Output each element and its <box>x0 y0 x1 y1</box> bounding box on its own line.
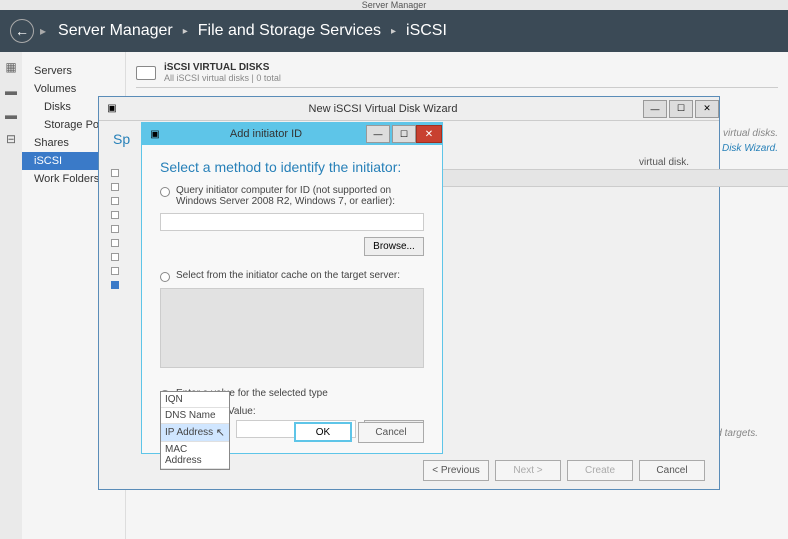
cancel-button[interactable]: Cancel <box>358 422 424 443</box>
section-subtitle: All iSCSI virtual disks | 0 total <box>164 73 281 83</box>
dashboard-icon[interactable]: ▦ <box>5 60 16 74</box>
computer-name-input[interactable] <box>160 213 424 231</box>
minimize-button[interactable]: — <box>643 100 667 118</box>
wizard-hint-text: virtual disk. <box>639 157 689 168</box>
step-checkbox <box>111 253 119 261</box>
option2-label: Select from the initiator cache on the t… <box>176 270 400 281</box>
wizard-step-list <box>111 169 119 289</box>
dialog-icon: ▣ <box>148 127 162 141</box>
step-checkbox <box>111 211 119 219</box>
type-dropdown-list: IQN DNS Name IP Address↖ MAC Address <box>160 391 230 470</box>
section-title: iSCSI VIRTUAL DISKS <box>164 62 281 73</box>
sidebar-item-servers[interactable]: Servers <box>22 62 125 80</box>
dropdown-item-dns[interactable]: DNS Name <box>161 408 229 424</box>
step-checkbox <box>111 197 119 205</box>
step-checkbox <box>111 225 119 233</box>
top-menu-bar: Server Manager <box>0 0 788 10</box>
volumes-icon[interactable]: ▬ <box>5 108 17 122</box>
step-active-indicator <box>111 281 119 289</box>
breadcrumb: Server Manager ▸ File and Storage Servic… <box>58 22 447 40</box>
forward-arrow-icon: ▸ <box>40 24 46 38</box>
header-bar: ← ▸ Server Manager ▸ File and Storage Se… <box>0 10 788 52</box>
cursor-icon: ↖ <box>216 426 225 439</box>
minimize-button[interactable]: — <box>366 125 390 143</box>
ok-button[interactable]: OK <box>294 422 352 442</box>
next-button[interactable]: Next > <box>495 460 561 481</box>
step-checkbox <box>111 169 119 177</box>
breadcrumb-app[interactable]: Server Manager <box>58 22 173 40</box>
cancel-button[interactable]: Cancel <box>639 460 705 481</box>
back-button[interactable]: ← <box>10 19 34 43</box>
dropdown-item-mac[interactable]: MAC Address <box>161 442 229 469</box>
step-checkbox <box>111 267 119 275</box>
dropdown-item-ip[interactable]: IP Address↖ <box>161 424 229 442</box>
breadcrumb-section[interactable]: File and Storage Services <box>198 22 381 40</box>
storage-icon[interactable]: ⊟ <box>6 132 16 146</box>
close-button[interactable]: ✕ <box>416 125 442 143</box>
add-initiator-dialog: ▣ Add initiator ID — ☐ ✕ Select a method… <box>141 122 443 454</box>
disk-icon <box>136 66 156 80</box>
create-button[interactable]: Create <box>567 460 633 481</box>
radio-query-computer[interactable] <box>160 187 170 197</box>
chevron-right-icon: ▸ <box>391 26 396 37</box>
wizard-titlebar[interactable]: ▣ New iSCSI Virtual Disk Wizard — ☐ ✕ <box>99 97 719 121</box>
initiator-cache-list[interactable] <box>160 288 424 368</box>
value-label: Value: <box>228 406 256 417</box>
option1-label: Query initiator computer for ID (not sup… <box>176 185 424 207</box>
wizard-title: New iSCSI Virtual Disk Wizard <box>125 103 641 115</box>
chevron-right-icon: ▸ <box>183 26 188 37</box>
maximize-button[interactable]: ☐ <box>669 100 693 118</box>
subdialog-titlebar[interactable]: ▣ Add initiator ID — ☐ ✕ <box>142 123 442 145</box>
radio-initiator-cache[interactable] <box>160 272 170 282</box>
close-button[interactable]: ✕ <box>695 100 719 118</box>
subdialog-title: Add initiator ID <box>168 128 364 140</box>
browse-button[interactable]: Browse... <box>364 237 424 256</box>
step-checkbox <box>111 183 119 191</box>
previous-button[interactable]: < Previous <box>423 460 489 481</box>
dropdown-item-iqn[interactable]: IQN <box>161 392 229 408</box>
wizard-icon: ▣ <box>105 102 119 116</box>
servers-icon[interactable]: ▬ <box>5 84 17 98</box>
subdialog-heading: Select a method to identify the initiato… <box>142 145 442 185</box>
maximize-button[interactable]: ☐ <box>392 125 416 143</box>
breadcrumb-page[interactable]: iSCSI <box>406 22 447 40</box>
icon-strip: ▦ ▬ ▬ ⊟ <box>0 52 22 539</box>
step-checkbox <box>111 239 119 247</box>
